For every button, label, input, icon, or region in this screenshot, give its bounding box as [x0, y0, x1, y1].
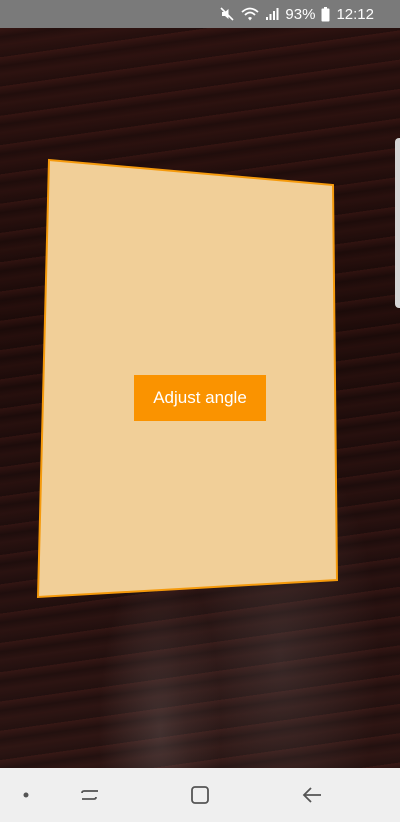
- battery-icon: [321, 6, 330, 22]
- clock: 12:12: [336, 5, 374, 23]
- status-bar: 93% 12:12: [0, 0, 400, 28]
- dot-icon[interactable]: [14, 768, 38, 822]
- back-icon[interactable]: [296, 768, 328, 822]
- battery-percent: 93%: [285, 5, 316, 23]
- adjust-angle-button[interactable]: Adjust angle: [134, 375, 266, 421]
- wifi-icon: [241, 6, 260, 22]
- navigation-bar: [0, 768, 400, 822]
- mute-icon: [219, 6, 235, 22]
- edge-panel-handle[interactable]: [395, 138, 400, 308]
- recent-apps-icon[interactable]: [74, 768, 106, 822]
- signal-icon: [265, 7, 279, 21]
- screen: 93% 12:12 Adjust angle: [0, 0, 400, 822]
- home-icon[interactable]: [184, 768, 216, 822]
